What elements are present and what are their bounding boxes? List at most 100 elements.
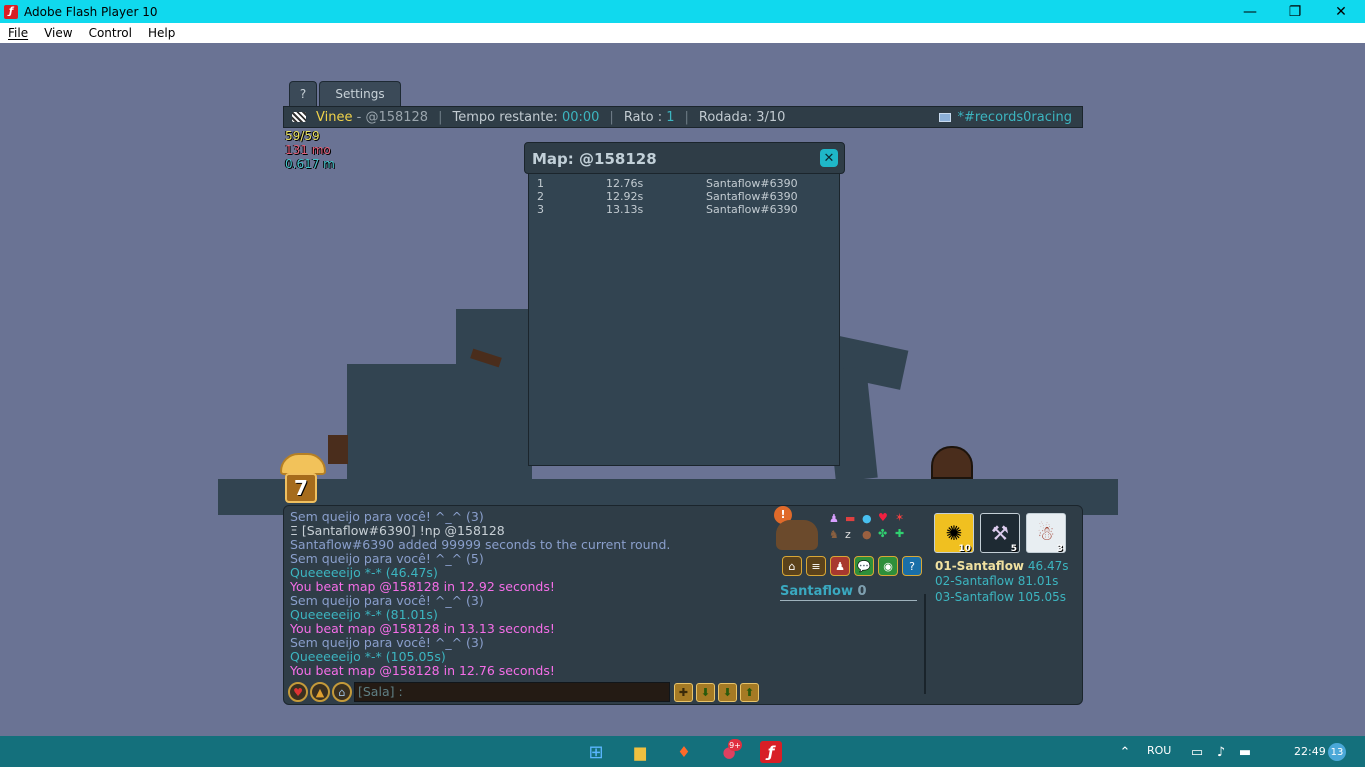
tribe-icon[interactable]: ▲ (310, 682, 330, 702)
cheese-icon (280, 453, 326, 475)
chat-line: Sem queijo para você! ^_^ (3) (290, 509, 484, 524)
mice-value: 1 (666, 109, 675, 125)
battery-icon[interactable]: ▬ (1234, 741, 1256, 763)
fur-icon[interactable]: ♞ (829, 528, 839, 541)
map-window-header: Map: @158128 ✕ (524, 142, 845, 174)
menu-file[interactable]: File (8, 26, 28, 40)
close-button[interactable]: ✕ (1318, 0, 1364, 23)
brave-browser-icon[interactable]: ♦ (673, 741, 695, 763)
mouse-avatar[interactable] (776, 520, 818, 550)
ranking-row[interactable]: 01-Santaflow 46.47s (935, 559, 1068, 573)
mouse-hole-icon (931, 446, 973, 479)
player-score[interactable]: Santaflow 0 (780, 584, 867, 599)
room-name[interactable]: *#records0racing (957, 110, 1072, 125)
language-indicator[interactable]: ROU (1147, 744, 1171, 757)
menu-view[interactable]: View (44, 26, 72, 40)
chat-line: You beat map @158128 in 13.13 seconds! (290, 621, 555, 636)
tab-help[interactable]: ? (289, 81, 317, 106)
game-status-bar: Vinee - @158128 | Tempo restante: 00:00 … (283, 106, 1083, 128)
plus-icon[interactable]: ✚ (674, 683, 693, 702)
chat-bubble-icon[interactable]: 💬 (854, 556, 874, 576)
chat-line: Queeeeeijo *-* (105.05s) (290, 649, 446, 664)
dress-icon[interactable]: ♟ (829, 512, 839, 525)
bottom-hud-panel: Sem queijo para você! ^_^ (3) Ξ [Santaflo… (283, 505, 1083, 705)
window-titlebar: ƒ Adobe Flash Player 10 — ❐ ✕ (0, 0, 1365, 23)
fps-value: 59 (285, 129, 301, 143)
profile-icon[interactable]: ♟ (830, 556, 850, 576)
chat-line: Sem queijo para você! ^_^ (3) (290, 593, 484, 608)
hat-icon[interactable]: ▬ (845, 512, 855, 525)
notification-badge: 9+ (728, 739, 742, 751)
shaman-name[interactable]: Vinee (316, 110, 352, 125)
clock-time[interactable]: 22:49 (1294, 745, 1326, 758)
spark-icon[interactable]: ✶ (895, 511, 904, 524)
divider (924, 594, 926, 694)
chat-line: Ξ [Santaflow#6390] !np @158128 (290, 523, 505, 538)
debug-stats: 59/59 131 mo 0.617 m (285, 129, 335, 171)
divider (780, 600, 917, 601)
house-icon[interactable]: ⌂ (782, 556, 802, 576)
chevron-up-icon[interactable]: ⌃ (1114, 741, 1136, 763)
arrow-up-icon[interactable]: ⬆ (740, 683, 759, 702)
list-icon[interactable]: ≡ (806, 556, 826, 576)
chat-log[interactable]: Sem queijo para você! ^_^ (3) Ξ [Santaflo… (290, 510, 770, 678)
player-name: Santaflow (780, 584, 853, 599)
coin-icon[interactable]: ● (862, 528, 872, 541)
minimize-button[interactable]: — (1227, 0, 1273, 23)
axe-power-icon[interactable]: ⚒ 5 (980, 513, 1020, 554)
ground-block (347, 364, 532, 479)
flash-app-icon: ƒ (4, 4, 18, 19)
restore-button[interactable]: ❐ (1272, 0, 1318, 23)
map-code[interactable]: @158128 (365, 110, 428, 125)
chat-input[interactable]: [Sala] : (354, 682, 670, 702)
menu-control[interactable]: Control (89, 26, 132, 40)
heart-icon[interactable]: ♥ (288, 682, 308, 702)
wood-plank (328, 435, 348, 464)
time-label: Tempo restante: (452, 109, 562, 125)
room-flag-icon (939, 112, 952, 122)
chat-line: You beat map @158128 in 12.76 seconds! (290, 663, 555, 678)
memory-value: 131 mo (285, 143, 331, 157)
time-value: 00:00 (561, 109, 600, 125)
cheese-count-badge: 7 (285, 473, 317, 503)
arrow-down-icon[interactable]: ⬇ (696, 683, 715, 702)
game-stage[interactable]: ? Settings Vinee - @158128 | Tempo resta… (0, 43, 1365, 736)
chat-line: Queeeeeijo *-* (46.47s) (290, 565, 438, 580)
plus-green-icon[interactable]: ✚ (895, 527, 904, 540)
chat-line: You beat map @158128 in 12.92 seconds! (290, 579, 555, 594)
flash-player-taskbar-icon[interactable]: ƒ (760, 741, 782, 763)
records-list: 1 12.76s Santaflow#6390 2 12.92s Santafl… (528, 174, 840, 466)
chat-line: Sem queijo para você! ^_^ (5) (290, 551, 484, 566)
ranking-row[interactable]: 02-Santaflow 81.01s (935, 574, 1058, 588)
clover-icon[interactable]: ✤ (878, 527, 887, 540)
start-windows-icon[interactable]: ⊞ (585, 741, 607, 763)
drop-icon[interactable]: ● (862, 512, 872, 525)
snowman-power-icon[interactable]: ☃ 3 (1026, 513, 1066, 554)
taskbar: ⊞ ▆ ♦ ● 9+ ƒ ⌃ ROU ▭ ♪ ▬ 22:49 13 (0, 736, 1365, 767)
volume-icon[interactable]: ♪ (1210, 741, 1232, 763)
checkered-flag-icon (292, 112, 306, 122)
window-title: Adobe Flash Player 10 (24, 4, 158, 19)
chat-line: Sem queijo para você! ^_^ (3) (290, 635, 484, 650)
shop-icon[interactable]: ⌂ (332, 682, 352, 702)
player-points: 0 (857, 584, 867, 599)
tab-settings[interactable]: Settings (319, 81, 401, 106)
sleep-icon[interactable]: z (845, 528, 851, 541)
sparkle-power-icon[interactable]: ✺ 10 (934, 513, 974, 554)
map-prefix: - (352, 109, 366, 125)
menu-bar: File View Control Help (0, 23, 1365, 43)
mice-label: Rato : (623, 109, 667, 125)
help-icon[interactable]: ? (902, 556, 922, 576)
discord-icon[interactable]: ◉ (878, 556, 898, 576)
map-window-title: Map: @158128 (532, 150, 657, 168)
file-explorer-icon[interactable]: ▆ (629, 741, 651, 763)
notification-count[interactable]: 13 (1328, 743, 1346, 761)
arrow-down-icon[interactable]: ⬇ (718, 683, 737, 702)
heart-small-icon[interactable]: ♥ (878, 511, 888, 524)
ranking-row[interactable]: 03-Santaflow 105.05s (935, 590, 1066, 604)
round-label: Rodada: 3/10 (698, 109, 786, 125)
network-icon[interactable]: ▭ (1186, 741, 1208, 763)
chat-line: Santaflow#6390 added 99999 seconds to th… (290, 537, 671, 552)
map-window-close-button[interactable]: ✕ (820, 149, 838, 167)
menu-help[interactable]: Help (148, 26, 175, 40)
